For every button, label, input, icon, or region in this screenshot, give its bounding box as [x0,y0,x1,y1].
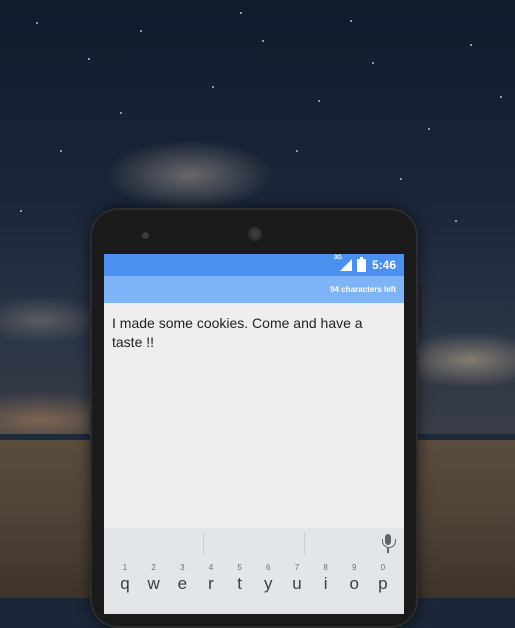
soft-keyboard: 1q 2w 3e 4r 5t 6y 7u 8i 9o 0p [104,528,404,614]
key-letter: o [349,574,359,593]
key-hint: 7 [294,563,300,572]
key-hint: 0 [380,563,386,572]
key-i[interactable]: 8i [313,563,339,593]
star [60,150,62,152]
key-letter: u [292,574,302,593]
front-camera-icon [142,232,149,239]
suggestion-strip [104,528,404,558]
keyboard-row-top: 1q 2w 3e 4r 5t 6y 7u 8i 9o 0p [104,558,404,593]
star [88,58,90,60]
status-bar: 3G 5:46 [104,254,404,276]
phone-device: 3G 5:46 94 characters left I made some c… [90,208,418,628]
key-hint: 8 [323,563,328,572]
mic-icon[interactable] [380,534,396,554]
key-u[interactable]: 7u [284,563,310,593]
status-time: 5:46 [371,258,396,272]
star [296,150,298,152]
message-input[interactable]: I made some cookies. Come and have a tas… [104,303,404,516]
star [20,210,22,212]
star [240,12,242,14]
network-type-label: 3G [333,255,342,261]
key-q[interactable]: 1q [112,563,138,593]
key-o[interactable]: 9o [341,563,367,593]
phone-screen: 3G 5:46 94 characters left I made some c… [104,254,404,614]
key-letter: i [323,574,328,593]
key-hint: 5 [237,563,242,572]
star [36,22,38,24]
star [428,128,430,130]
star [120,112,122,114]
star [262,40,264,42]
key-letter: q [120,574,130,593]
key-hint: 6 [266,563,271,572]
star [350,20,352,22]
battery-icon [356,256,366,272]
key-e[interactable]: 3e [169,563,195,593]
signal-icon: 3G [334,255,352,271]
star [372,62,374,64]
action-bar: 94 characters left [104,276,404,303]
key-hint: 4 [208,563,214,572]
key-letter: e [177,574,188,593]
status-icons: 3G [334,255,366,272]
key-hint: 3 [180,563,185,572]
star [500,96,502,98]
star [318,100,320,102]
key-y[interactable]: 6y [255,563,281,593]
key-letter: w [147,574,160,593]
key-letter: r [208,574,214,593]
suggestion-slot-1[interactable] [104,532,205,554]
key-w[interactable]: 2w [141,563,167,593]
speaker-icon [248,227,262,241]
star [400,178,402,180]
star [470,44,472,46]
key-letter: p [378,574,388,593]
key-hint: 2 [151,563,156,572]
suggestion-slot-2[interactable] [204,532,305,554]
key-t[interactable]: 5t [227,563,253,593]
phone-side-button [418,284,422,328]
message-text: I made some cookies. Come and have a tas… [112,315,363,350]
star [140,30,142,32]
key-letter: t [237,574,242,593]
characters-left-counter: 94 characters left [330,285,396,294]
key-p[interactable]: 0p [370,563,396,593]
key-letter: y [264,574,273,593]
key-hint: 1 [122,563,128,572]
star [212,86,214,88]
star [455,220,457,222]
key-r[interactable]: 4r [198,563,224,593]
key-hint: 9 [352,563,357,572]
